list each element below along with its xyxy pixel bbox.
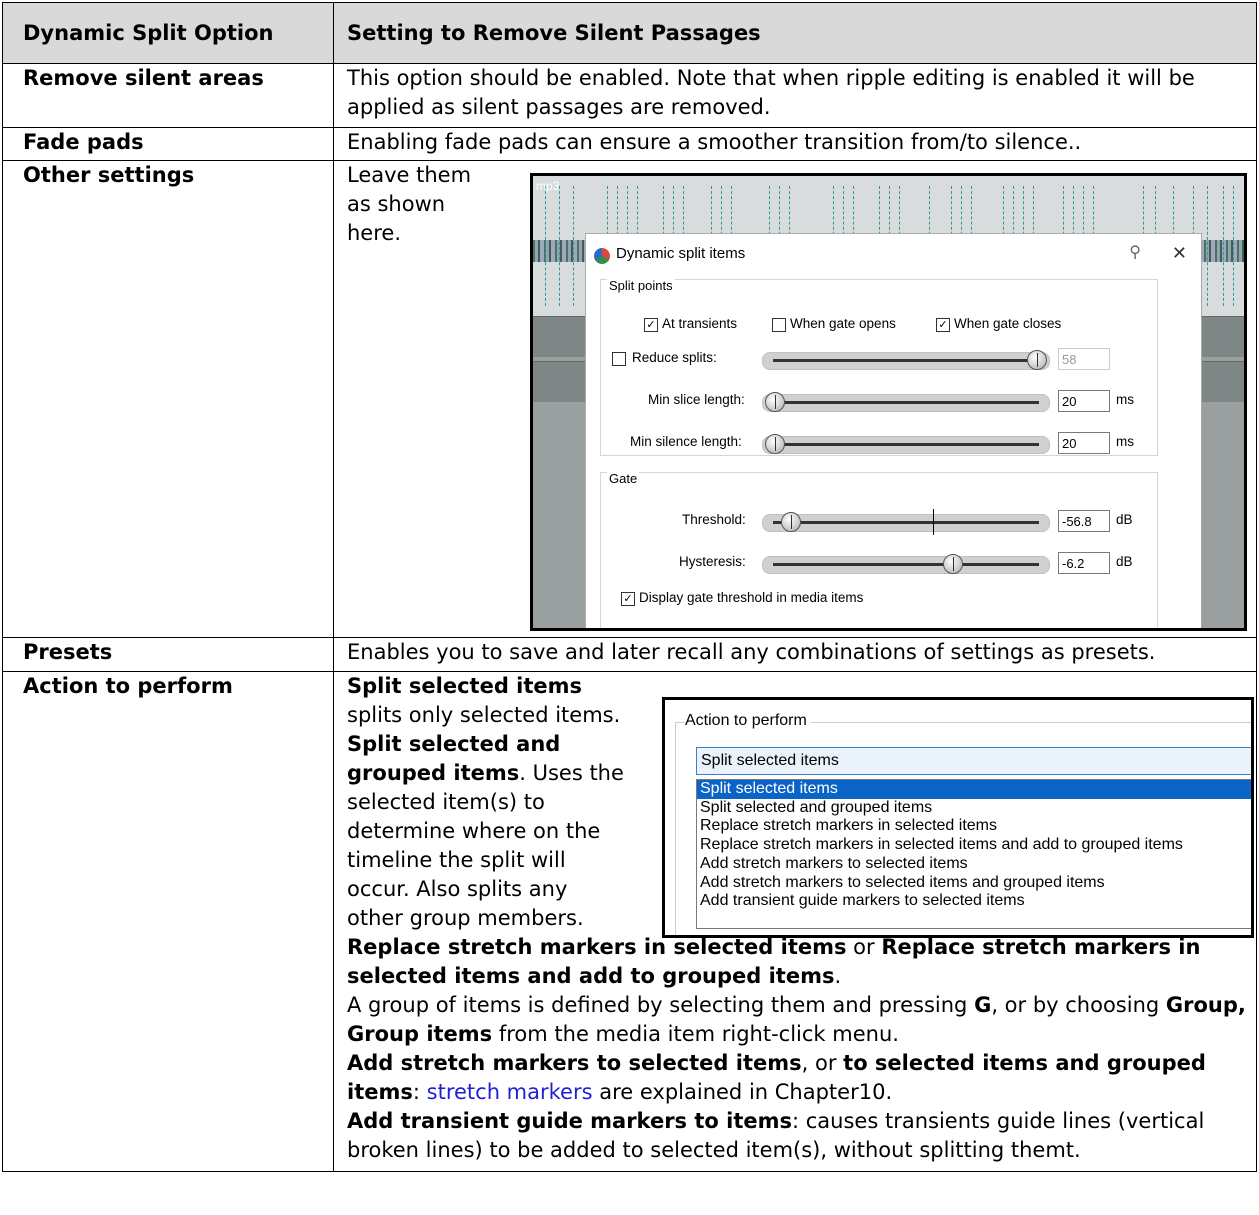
text: splits only selected items. [347,703,621,727]
action-intro: Split selected items splits only selecte… [347,672,647,933]
action-option[interactable]: Split selected items [697,780,1251,799]
when-gate-opens-label: When gate opens [790,316,896,331]
action-p3: Replace stretch markers in selected item… [347,933,1248,991]
dynamic-split-dialog: Dynamic split items ⚲ ✕ Split points ✓ A… [585,233,1202,628]
reduce-splits-label: Reduce splits: [632,350,717,365]
reduce-splits-value[interactable]: 58 [1058,348,1110,370]
action-legend: Action to perform [685,712,811,730]
text-bold: Add transient guide markers to items [347,1109,793,1133]
action-option[interactable]: Split selected and grouped items [697,799,1251,818]
transient-guide-line [573,186,575,306]
row-label: Presets [2,637,334,672]
min-silence-value[interactable]: 20 [1058,432,1110,454]
action-p5: Add stretch markers to selected items, o… [347,1049,1248,1107]
hysteresis-unit: dB [1116,554,1133,569]
action-option[interactable]: Add stretch markers to selected items an… [697,874,1251,893]
threshold-value[interactable]: -56.8 [1058,510,1110,532]
row-text: Enables you to save and later recall any… [333,637,1257,672]
track-label: mp3 [536,179,560,193]
reduce-splits-checkbox[interactable] [612,352,626,366]
text: , or [801,1051,844,1075]
row-label: Action to perform [2,671,334,1172]
group-label: Gate [607,471,640,486]
action-p4: A group of items is defined by selecting… [347,991,1248,1049]
table-row: Remove silent areas This option should b… [2,63,1257,128]
action-option[interactable]: Replace stretch markers in selected item… [697,817,1251,836]
action-option[interactable]: Add stretch markers to selected items [697,855,1251,874]
text-bold: G [974,993,992,1017]
action-to-perform-screenshot: Action to perform Split selected items S… [662,697,1254,938]
display-gate-label: Display gate threshold in media items [639,590,864,605]
min-slice-unit: ms [1116,392,1134,407]
text: from the media item right-click menu. [492,1022,899,1046]
table-header-row: Dynamic Split Option Setting to Remove S… [2,2,1257,64]
min-silence-slider[interactable] [762,434,1050,454]
text-bold: Split selected items [347,674,583,698]
close-icon[interactable]: ✕ [1172,243,1187,264]
header-setting: Setting to Remove Silent Passages [333,2,1257,64]
action-p6: Add transient guide markers to items: ca… [347,1107,1248,1165]
threshold-label: Threshold: [682,512,746,527]
row-text: Enabling fade pads can ensure a smoother… [333,127,1257,161]
when-gate-closes-checkbox[interactable]: ✓ [936,318,950,332]
text: : [412,1080,427,1104]
at-transients-label: At transients [662,316,738,331]
row-text: This option should be enabled. Note that… [333,63,1257,128]
pin-icon[interactable]: ⚲ [1129,242,1141,262]
min-slice-slider[interactable] [762,392,1050,412]
text: . [834,964,842,988]
table-row: Presets Enables you to save and later re… [2,637,1257,672]
row-label: Remove silent areas [2,63,334,128]
min-silence-unit: ms [1116,434,1134,449]
threshold-unit: dB [1116,512,1133,527]
reduce-splits-slider[interactable] [762,350,1050,370]
row-label: Fade pads [2,127,334,161]
min-silence-label: Min silence length: [630,434,742,449]
min-slice-value[interactable]: 20 [1058,390,1110,412]
action-option[interactable]: Replace stretch markers in selected item… [697,836,1251,855]
reaper-logo-icon [594,248,610,264]
hysteresis-value[interactable]: -6.2 [1058,552,1110,574]
at-transients-checkbox[interactable]: ✓ [644,318,658,332]
text: are explained in Chapter10. [592,1080,893,1104]
text: , or by choosing [991,993,1166,1017]
when-gate-closes-label: When gate closes [954,316,1062,331]
text: or [846,935,882,959]
text-bold: Add stretch markers to selected items [347,1051,802,1075]
table-row: Fade pads Enabling fade pads can ensure … [2,127,1257,161]
when-gate-opens-checkbox[interactable] [772,318,786,332]
stretch-markers-link[interactable]: stretch markers [427,1080,593,1104]
transient-guide-line [559,186,561,306]
hysteresis-slider[interactable] [762,554,1050,574]
action-dropdown-list[interactable]: Split selected items Split selected and g… [696,779,1251,929]
row-label: Other settings [2,160,334,638]
text: A group of items is defined by selecting… [347,993,975,1017]
action-select[interactable]: Split selected items [696,747,1251,775]
min-slice-label: Min slice length: [648,392,745,407]
row-text: Leave them as shown here. [347,163,472,245]
transient-guide-line [545,186,547,306]
text-bold: Replace stretch markers in selected item… [347,935,847,959]
group-label: Split points [607,278,675,293]
transient-guide-line [1207,186,1209,306]
transient-guide-line [1233,186,1235,306]
threshold-slider[interactable] [762,509,1050,535]
transient-guide-line [1223,186,1225,306]
dialog-title: Dynamic split items [616,245,746,262]
header-option: Dynamic Split Option [2,2,334,64]
action-option[interactable]: Add transient guide markers to selected … [697,892,1251,911]
dynamic-split-screenshot: mp3 Dynamic split items ⚲ ✕ Split points… [530,173,1247,631]
hysteresis-label: Hysteresis: [679,554,746,569]
text: . Uses the selected item(s) to determine… [347,761,624,930]
display-gate-checkbox[interactable]: ✓ [621,592,635,606]
